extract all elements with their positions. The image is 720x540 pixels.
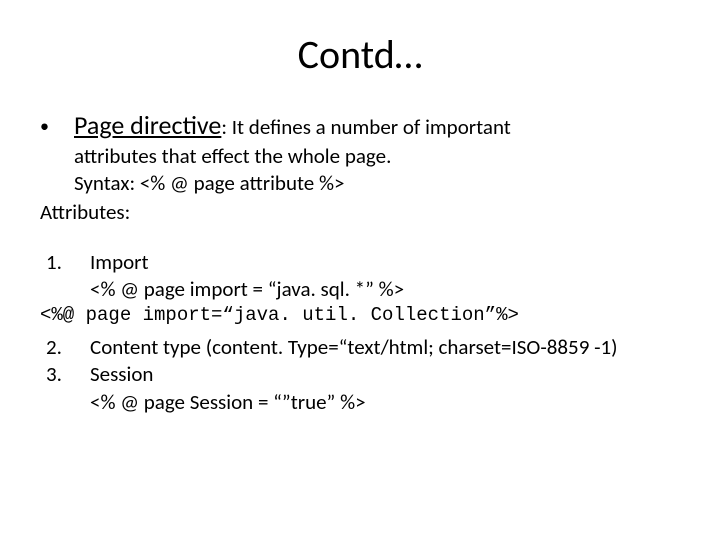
bullet-text: Page directive: It defines a number of i… bbox=[74, 109, 680, 143]
import-mono-line: <%@ page import=“java. util. Collection”… bbox=[40, 303, 680, 328]
list-item: 1. Import bbox=[40, 249, 680, 276]
bullet-item: • Page directive: It defines a number of… bbox=[40, 109, 680, 143]
slide-title: Contd… bbox=[40, 30, 680, 79]
list-number: 2. bbox=[40, 334, 90, 361]
slide: Contd… • Page directive: It defines a nu… bbox=[0, 0, 720, 540]
import-label: Import bbox=[90, 249, 149, 276]
import-example: <% @ page import = “java. sql. *” %> bbox=[90, 276, 404, 303]
bullet-continuation: attributes that effect the whole page. bbox=[74, 143, 680, 170]
page-directive-label: Page directive bbox=[74, 109, 221, 141]
session-example: <% @ page Session = “”true” %> bbox=[90, 389, 366, 416]
list-item: 2. Content type (content. Type=“text/htm… bbox=[40, 334, 680, 361]
list-number: 3. bbox=[40, 361, 90, 388]
attributes-label: Attributes: bbox=[40, 199, 680, 226]
list-number: 1. bbox=[40, 249, 90, 276]
content-type-line: Content type (content. Type=“text/html; … bbox=[90, 334, 618, 361]
syntax-line: Syntax: <% @ page attribute %> bbox=[74, 170, 680, 197]
slide-body: • Page directive: It defines a number of… bbox=[40, 109, 680, 416]
list-item: 3. Session bbox=[40, 361, 680, 388]
list-item: <% @ page import = “java. sql. *” %> bbox=[40, 276, 680, 303]
page-directive-desc: : It defines a number of important bbox=[221, 114, 510, 140]
session-label: Session bbox=[90, 361, 153, 388]
list-item: <% @ page Session = “”true” %> bbox=[40, 389, 680, 416]
bullet-marker: • bbox=[40, 109, 74, 138]
